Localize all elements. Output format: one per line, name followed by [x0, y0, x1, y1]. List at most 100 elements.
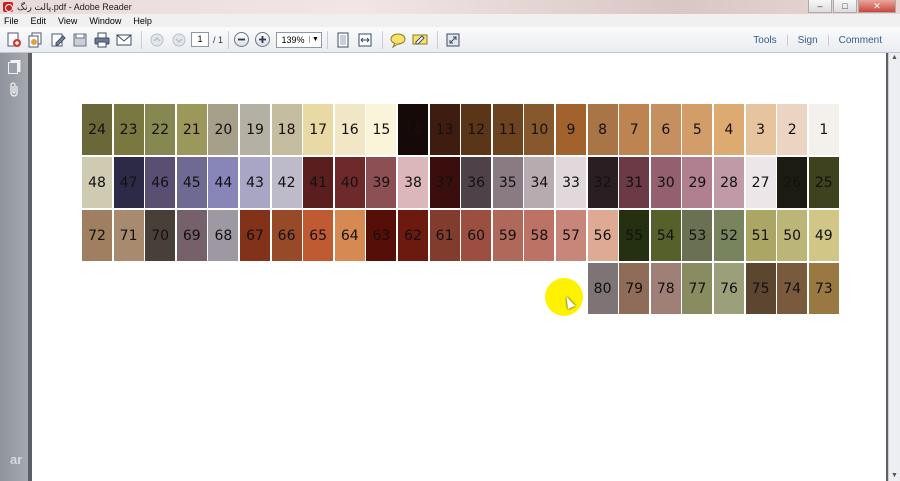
color-swatch-25: 25 — [808, 157, 839, 208]
color-swatch-43: 43 — [240, 157, 270, 208]
save-icon[interactable] — [70, 30, 90, 50]
create-pdf-icon[interactable] — [4, 30, 24, 50]
color-swatch-30: 30 — [650, 157, 681, 208]
color-swatch-34: 34 — [524, 157, 555, 208]
window-title: پالت رنگ.pdf - Adobe Reader — [17, 1, 132, 12]
color-swatch-75: 75 — [745, 263, 776, 314]
color-swatch-70: 70 — [145, 210, 176, 261]
zoom-out-button[interactable] — [234, 32, 250, 47]
comment-link[interactable]: Comment — [827, 34, 892, 46]
color-swatch-39: 39 — [366, 157, 397, 208]
fit-width-icon[interactable] — [355, 30, 375, 50]
color-swatch-53: 53 — [682, 210, 713, 261]
color-swatch-9: 9 — [556, 104, 586, 155]
color-swatch-18: 18 — [271, 104, 302, 155]
color-swatch-17: 17 — [303, 104, 334, 155]
tools-link[interactable]: Tools — [743, 35, 786, 46]
color-swatch-49: 49 — [808, 210, 839, 261]
combine-files-icon[interactable] — [26, 30, 46, 50]
scroll-up-icon[interactable]: ▲ — [889, 53, 900, 63]
color-swatch-78: 78 — [650, 263, 681, 314]
toolbar-separator — [141, 30, 142, 49]
page-thumbnails-icon[interactable] — [6, 59, 22, 75]
color-swatch-27: 27 — [745, 157, 776, 208]
color-swatch-57: 57 — [556, 210, 586, 261]
color-swatch-72: 72 — [82, 210, 112, 261]
chevron-down-icon[interactable]: ▼ — [309, 36, 321, 43]
zoom-level-select[interactable]: 139% ▼ — [276, 31, 323, 48]
task-pane-links: Tools Sign Comment — [743, 27, 892, 53]
color-swatch-32: 32 — [587, 157, 618, 208]
color-swatch-7: 7 — [619, 104, 650, 155]
document-viewport[interactable]: 24 23 22 21 20 19 18 17 16 15 14 13 12 11 10 9 8 7 6 5 4 3 2 1 4… — [28, 53, 888, 481]
color-swatch-22: 22 — [145, 104, 176, 155]
highlight-icon[interactable] — [410, 30, 430, 50]
menu-view[interactable]: View — [58, 16, 77, 26]
color-swatch-11: 11 — [492, 104, 523, 155]
vertical-scrollbar[interactable]: ▲ ▼ — [888, 53, 900, 481]
color-swatch-48: 48 — [82, 157, 112, 208]
color-swatch-56: 56 — [587, 210, 618, 261]
color-swatch-73: 73 — [808, 263, 839, 314]
minimize-button[interactable]: – — [808, 0, 832, 13]
color-swatch-45: 45 — [176, 157, 207, 208]
maximize-button[interactable]: □ — [833, 0, 857, 13]
color-swatch-24: 24 — [82, 104, 112, 155]
color-swatch-69: 69 — [176, 210, 207, 261]
watermark-text: ar — [10, 452, 23, 467]
full-screen-icon[interactable] — [443, 30, 463, 50]
sticky-note-icon[interactable] — [388, 30, 408, 50]
edit-pdf-icon[interactable] — [48, 30, 68, 50]
attachments-paperclip-icon[interactable] — [6, 81, 22, 97]
color-swatch-51: 51 — [745, 210, 776, 261]
color-swatch-61: 61 — [429, 210, 460, 261]
page-number-input[interactable]: 1 — [191, 32, 209, 47]
color-swatch-63: 63 — [366, 210, 397, 261]
color-swatch-6: 6 — [650, 104, 681, 155]
email-icon[interactable] — [114, 30, 134, 50]
color-swatch-38: 38 — [398, 157, 428, 208]
color-swatch-36: 36 — [461, 157, 492, 208]
toolbar-separator — [327, 30, 329, 49]
color-swatch-4: 4 — [714, 104, 744, 155]
color-swatch-52: 52 — [714, 210, 744, 261]
zoom-in-button[interactable] — [255, 32, 271, 47]
menu-window[interactable]: Window — [89, 16, 121, 26]
scroll-down-icon[interactable]: ▼ — [889, 471, 900, 481]
color-swatch-26: 26 — [777, 157, 808, 208]
menu-edit[interactable]: Edit — [31, 16, 47, 26]
color-swatch-10: 10 — [524, 104, 555, 155]
toolbar-separator — [228, 30, 230, 49]
color-swatch-54: 54 — [650, 210, 681, 261]
color-swatch-29: 29 — [682, 157, 713, 208]
previous-page-icon[interactable] — [147, 30, 167, 50]
color-swatch-50: 50 — [777, 210, 808, 261]
color-swatch-23: 23 — [113, 104, 144, 155]
adobe-reader-icon — [3, 2, 13, 12]
pdf-page: 24 23 22 21 20 19 18 17 16 15 14 13 12 11 10 9 8 7 6 5 4 3 2 1 4… — [32, 53, 886, 481]
color-swatch-5: 5 — [682, 104, 713, 155]
next-page-icon[interactable] — [169, 30, 189, 50]
color-swatch-68: 68 — [208, 210, 239, 261]
color-swatch-8: 8 — [587, 104, 618, 155]
color-swatch-3: 3 — [745, 104, 776, 155]
color-swatch-35: 35 — [492, 157, 523, 208]
color-swatch-67: 67 — [240, 210, 270, 261]
color-swatch-16: 16 — [334, 104, 365, 155]
color-swatch-58: 58 — [524, 210, 555, 261]
color-swatch-2: 2 — [777, 104, 808, 155]
print-icon[interactable] — [92, 30, 112, 50]
fit-page-icon[interactable] — [333, 30, 353, 50]
sign-link[interactable]: Sign — [786, 34, 828, 46]
color-swatch-66: 66 — [271, 210, 302, 261]
color-swatch-21: 21 — [176, 104, 207, 155]
menu-file[interactable]: File — [4, 16, 19, 26]
color-swatch-62: 62 — [398, 210, 428, 261]
color-swatch-60: 60 — [461, 210, 492, 261]
color-swatch-55: 55 — [619, 210, 650, 261]
menu-help[interactable]: Help — [133, 16, 152, 26]
color-swatch-76: 76 — [714, 263, 744, 314]
close-button[interactable]: ✕ — [858, 0, 896, 13]
color-swatch-46: 46 — [145, 157, 176, 208]
color-swatch-20: 20 — [208, 104, 239, 155]
